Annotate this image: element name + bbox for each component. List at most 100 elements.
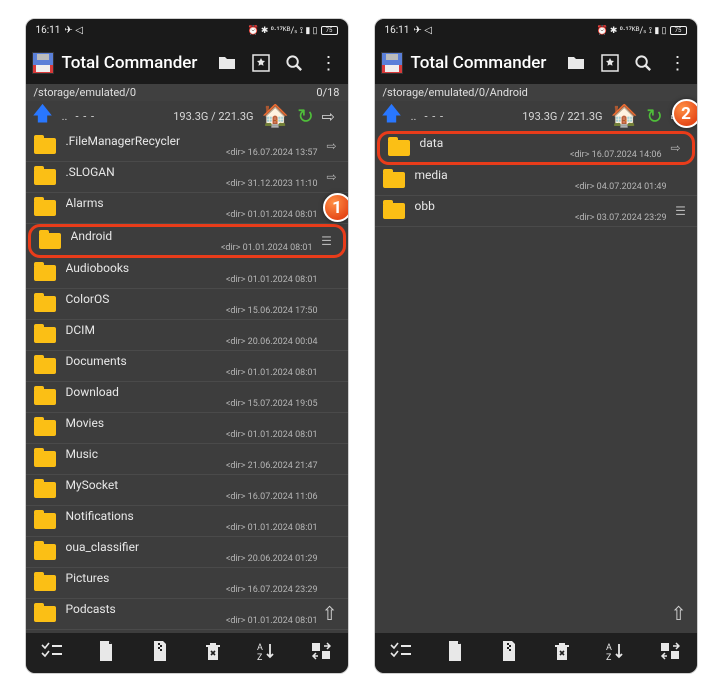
delete-button[interactable] bbox=[547, 641, 577, 666]
reload-icon[interactable]: ↻ bbox=[641, 104, 669, 128]
file-meta: <dir> 16.07.2024 13:57 bbox=[66, 148, 324, 158]
parent-dots[interactable]: .. bbox=[405, 110, 423, 123]
list-item[interactable]: data<dir> 16.07.2024 14:06⇨ bbox=[377, 131, 695, 165]
path-text: /storage/emulated/0/Android bbox=[383, 86, 528, 99]
folder-icon bbox=[34, 358, 56, 374]
list-item[interactable]: Pictures<dir> 16.07.2024 23:29 bbox=[26, 568, 348, 599]
folder-icon bbox=[34, 200, 56, 216]
app-title: Total Commander bbox=[62, 53, 206, 73]
folder-button[interactable] bbox=[563, 50, 589, 76]
folder-icon bbox=[383, 172, 405, 188]
row-action-icon[interactable]: ⇨ bbox=[668, 141, 684, 155]
file-name: ColorOS bbox=[66, 292, 324, 306]
swap-button[interactable] bbox=[306, 642, 336, 665]
home-icon[interactable]: 🏠 bbox=[262, 104, 290, 129]
list-item[interactable]: media<dir> 04.07.2024 01:49 bbox=[375, 165, 697, 196]
home-icon[interactable]: 🏠 bbox=[611, 104, 639, 129]
path-bar[interactable]: /storage/emulated/0/Android bbox=[375, 84, 697, 101]
delete-button[interactable] bbox=[198, 641, 228, 666]
swap-button[interactable] bbox=[655, 642, 685, 665]
folder-icon bbox=[34, 451, 56, 467]
parent-dots[interactable]: .. bbox=[56, 110, 74, 123]
folder-icon bbox=[34, 265, 56, 281]
menu-button[interactable]: ⋮ bbox=[316, 50, 342, 76]
path-bar[interactable]: /storage/emulated/0 0/18 bbox=[26, 84, 348, 101]
app-bar: Total Commander ⋮ bbox=[375, 42, 697, 84]
file-meta: <dir> 21.06.2024 21:47 bbox=[66, 461, 324, 471]
file-name: Audiobooks bbox=[66, 261, 324, 275]
bottom-bar: AZ bbox=[375, 633, 697, 673]
status-bar: 16:11 ✈ ◁ ⏰ ✱ ⁰·¹⁷ᴷᴮ/ₛ ⟟ ▮ ▯ 75 bbox=[375, 19, 697, 42]
row-action-icon[interactable]: ☰ bbox=[673, 204, 689, 218]
list-item[interactable]: oua_classifier<dir> 20.06.2024 01:29 bbox=[26, 537, 348, 568]
file-meta: <dir> 15.06.2024 17:50 bbox=[66, 306, 324, 316]
list-item[interactable]: obb<dir> 03.07.2024 23:29☰ bbox=[375, 196, 697, 227]
list-item[interactable]: Notifications<dir> 01.01.2024 08:01 bbox=[26, 506, 348, 537]
folder-icon bbox=[34, 169, 56, 185]
app-icon bbox=[32, 52, 54, 74]
phone-right: 16:11 ✈ ◁ ⏰ ✱ ⁰·¹⁷ᴷᴮ/ₛ ⟟ ▮ ▯ 75 Total Co… bbox=[374, 18, 698, 674]
list-item[interactable]: .FileManagerRecycler<dir> 16.07.2024 13:… bbox=[26, 131, 348, 162]
pack-button[interactable] bbox=[145, 641, 175, 666]
storage-info: 193.3G / 221.3G bbox=[446, 110, 608, 123]
phone-left: 16:11 ✈ ◁ ⏰ ✱ ⁰·¹⁷ᴷᴮ/ₛ ⟟ ▮ ▯ 75 Total Co… bbox=[25, 18, 349, 674]
folder-icon bbox=[34, 389, 56, 405]
file-list[interactable]: data<dir> 16.07.2024 14:06⇨media<dir> 04… bbox=[375, 131, 697, 633]
menu-button[interactable]: ⋮ bbox=[665, 50, 691, 76]
select-button[interactable] bbox=[37, 642, 67, 665]
file-name: MySocket bbox=[66, 478, 324, 492]
list-item[interactable]: Audiobooks<dir> 01.01.2024 08:01 bbox=[26, 258, 348, 289]
scroll-up-icon[interactable]: ⇧ bbox=[671, 602, 687, 625]
file-name: DCIM bbox=[66, 323, 324, 337]
sort-button[interactable]: AZ bbox=[252, 641, 282, 666]
folder-icon bbox=[34, 575, 56, 591]
status-icons-right: ⏰ ✱ ⁰·¹⁷ᴷᴮ/ₛ ⟟ ▮ ▯ bbox=[596, 25, 666, 36]
folder-icon bbox=[388, 140, 410, 156]
list-item[interactable]: Music<dir> 21.06.2024 21:47 bbox=[26, 444, 348, 475]
search-button[interactable] bbox=[282, 50, 308, 76]
file-name: Notifications bbox=[66, 509, 324, 523]
row-action-icon[interactable]: ⇨ bbox=[324, 170, 340, 184]
folder-icon bbox=[34, 513, 56, 529]
bookmark-button[interactable] bbox=[597, 50, 623, 76]
file-meta: <dir> 01.01.2024 08:01 bbox=[66, 523, 324, 533]
row-action-icon[interactable]: ⇨ bbox=[324, 139, 340, 153]
svg-text:Z: Z bbox=[606, 653, 612, 661]
sort-button[interactable]: AZ bbox=[601, 641, 631, 666]
list-item[interactable]: DCIM<dir> 20.06.2024 00:04 bbox=[26, 320, 348, 351]
battery-icon: 75 bbox=[321, 26, 338, 35]
list-item[interactable]: .SLOGAN<dir> 31.12.2023 11:10⇨ bbox=[26, 162, 348, 193]
status-icons-right: ⏰ ✱ ⁰·¹⁷ᴷᴮ/ₛ ⟟ ▮ ▯ bbox=[247, 25, 317, 36]
search-button[interactable] bbox=[631, 50, 657, 76]
list-item[interactable]: Android<dir> 01.01.2024 08:01☰ bbox=[28, 224, 346, 258]
folder-button[interactable] bbox=[214, 50, 240, 76]
list-item[interactable]: Alarms<dir> 01.01.2024 08:01☰ bbox=[26, 193, 348, 224]
reload-icon[interactable]: ↻ bbox=[292, 104, 320, 128]
file-meta: <dir> 31.12.2023 11:10 bbox=[66, 179, 324, 189]
list-item[interactable]: ColorOS<dir> 15.06.2024 17:50 bbox=[26, 289, 348, 320]
scroll-up-icon[interactable]: ⇧ bbox=[322, 602, 338, 625]
svg-text:A: A bbox=[257, 643, 263, 653]
bookmark-button[interactable] bbox=[248, 50, 274, 76]
copy-button[interactable] bbox=[91, 641, 121, 666]
goto-other-icon[interactable]: ⇨ bbox=[322, 107, 342, 126]
row-action-icon[interactable]: ☰ bbox=[319, 234, 335, 248]
file-meta: <dir> 20.06.2024 00:04 bbox=[66, 337, 324, 347]
callout-badge-1: 1 bbox=[323, 193, 349, 222]
file-meta: <dir> 01.01.2024 08:01 bbox=[66, 368, 324, 378]
up-icon[interactable]: 🡅 bbox=[32, 99, 54, 133]
list-item[interactable]: MySocket<dir> 16.07.2024 11:06 bbox=[26, 475, 348, 506]
list-item[interactable]: Documents<dir> 01.01.2024 08:01 bbox=[26, 351, 348, 382]
status-time: 16:11 bbox=[36, 25, 61, 36]
status-bar: 16:11 ✈ ◁ ⏰ ✱ ⁰·¹⁷ᴷᴮ/ₛ ⟟ ▮ ▯ 75 bbox=[26, 19, 348, 42]
copy-button[interactable] bbox=[440, 641, 470, 666]
up-icon[interactable]: 🡅 bbox=[381, 99, 403, 133]
list-item[interactable]: Movies<dir> 01.01.2024 08:01 bbox=[26, 413, 348, 444]
list-item[interactable]: Download<dir> 15.07.2024 19:05 bbox=[26, 382, 348, 413]
file-list[interactable]: .FileManagerRecycler<dir> 16.07.2024 13:… bbox=[26, 131, 348, 633]
file-meta: <dir> 16.07.2024 14:06 bbox=[420, 150, 668, 160]
list-item[interactable]: Podcasts<dir> 01.01.2024 08:01 bbox=[26, 599, 348, 630]
pack-button[interactable] bbox=[494, 641, 524, 666]
select-button[interactable] bbox=[386, 642, 416, 665]
file-name: Pictures bbox=[66, 571, 324, 585]
